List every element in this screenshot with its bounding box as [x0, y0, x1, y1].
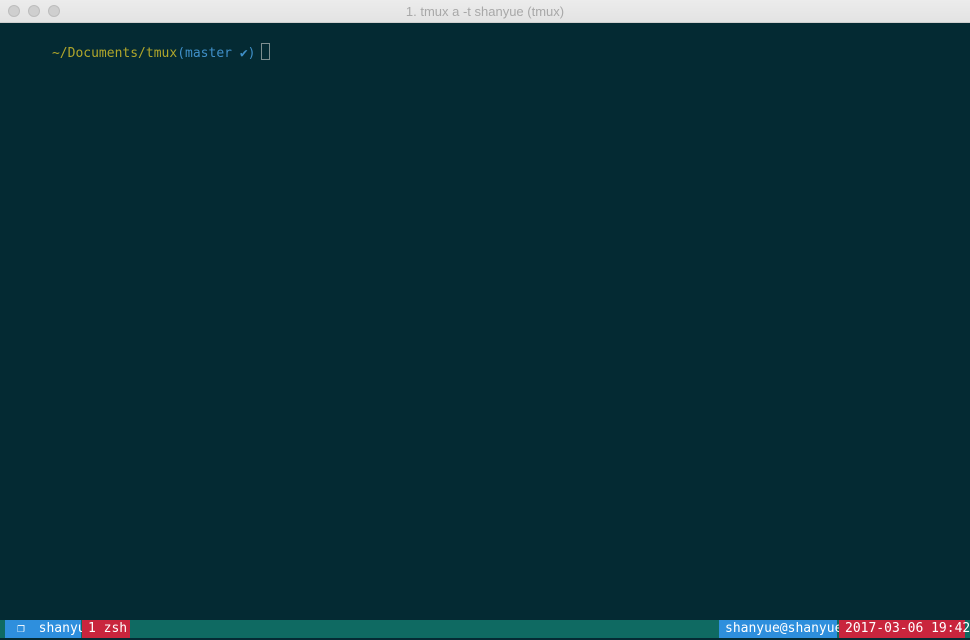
shell-prompt: ~/Documents/tmux(master ✔): [5, 25, 271, 61]
title-bar: 1. tmux a -t shanyue (tmux): [0, 0, 970, 23]
tmux-status-bar: ❐ shanyue 1 zsh shanyue@shanyue 2017-03-…: [0, 620, 970, 638]
session-segment[interactable]: ❐ shanyue: [5, 620, 93, 638]
git-branch: master ✔: [185, 46, 248, 61]
session-icon: ❐: [17, 621, 25, 636]
terminal-pane[interactable]: ~/Documents/tmux(master ✔): [0, 23, 970, 620]
host-segment: shanyue@shanyue: [719, 620, 842, 638]
window-tab-zsh[interactable]: 1 zsh: [82, 620, 130, 638]
datetime-segment: 2017-03-06 19:42: [839, 620, 970, 638]
window-title: 1. tmux a -t shanyue (tmux): [405, 4, 565, 19]
prompt-close-paren: ): [247, 46, 256, 61]
prompt-path: ~/Documents/tmux: [51, 46, 178, 61]
prompt-open-paren: (: [177, 46, 186, 61]
cursor: [261, 43, 271, 60]
terminal-window: 1. tmux a -t shanyue (tmux) ~/Documents/…: [0, 0, 970, 640]
